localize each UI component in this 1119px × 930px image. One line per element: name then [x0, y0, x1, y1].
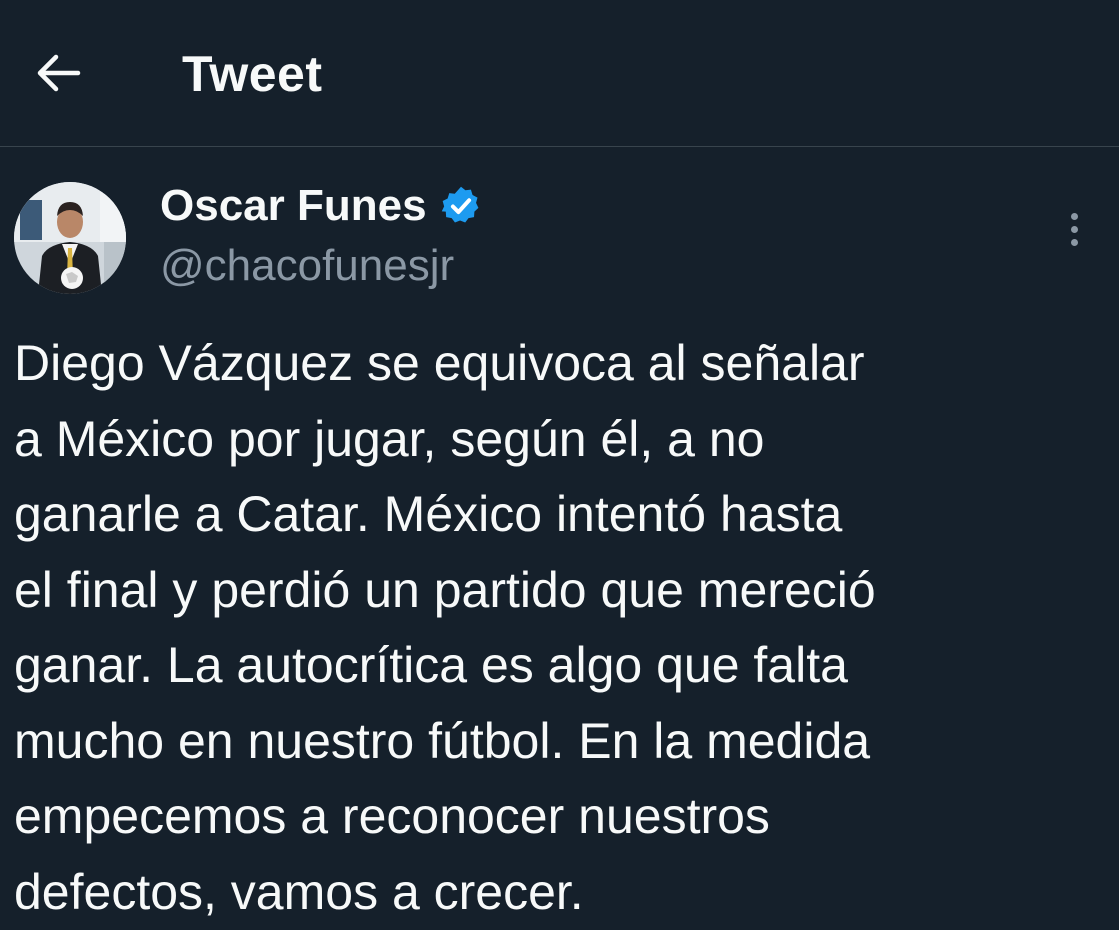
- author-handle[interactable]: @chacofunesjr: [160, 238, 454, 294]
- page-title: Tweet: [182, 44, 323, 104]
- tweet-text: Diego Vázquez se equivoca al señalar a M…: [14, 326, 1104, 930]
- top-bar: Tweet: [0, 0, 1119, 147]
- tweet-line: mucho en nuestro fútbol. En la medida: [14, 704, 1104, 780]
- tweet-line: a México por jugar, según él, a no: [14, 402, 1104, 478]
- more-vertical-icon: [1071, 213, 1078, 220]
- arrow-left-icon: [34, 53, 82, 93]
- tweet-line: empecemos a reconocer nuestros: [14, 779, 1104, 855]
- author-name[interactable]: Oscar Funes: [160, 178, 427, 234]
- verified-badge-icon: [439, 184, 483, 228]
- tweet-line: el final y perdió un partido que mereció: [14, 553, 1104, 629]
- back-button[interactable]: [30, 48, 86, 98]
- avatar[interactable]: [14, 182, 126, 294]
- tweet-line: defectos, vamos a crecer.: [14, 855, 1104, 930]
- author-name-row: Oscar Funes: [160, 176, 483, 236]
- tweet-line: ganarle a Catar. México intentó hasta: [14, 477, 1104, 553]
- tweet-line: ganar. La autocrítica es algo que falta: [14, 628, 1104, 704]
- avatar-photo: [14, 182, 126, 294]
- more-options-button[interactable]: [1054, 206, 1094, 252]
- tweet-line: Diego Vázquez se equivoca al señalar: [14, 326, 1104, 402]
